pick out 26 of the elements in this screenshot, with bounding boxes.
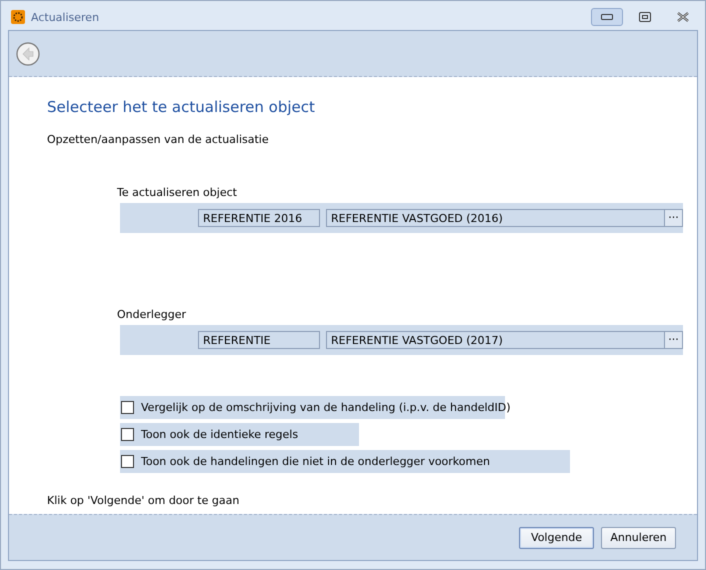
field-label: Te actualiseren object: [117, 186, 237, 200]
field-label: Onderlegger: [117, 308, 186, 322]
checkbox-label: Toon ook de handelingen die niet in de onderlegger voorkomen: [141, 455, 490, 468]
close-icon: [677, 12, 689, 22]
checkbox-label: Toon ook de identieke regels: [141, 428, 298, 441]
code-field[interactable]: REFERENTIE 2016: [198, 209, 320, 227]
lookup-field[interactable]: REFERENTIE VASTGOED (2016) ···: [326, 209, 683, 227]
page-heading: Selecteer het te actualiseren object: [47, 98, 315, 116]
checkbox[interactable]: [121, 401, 134, 414]
app-icon: [11, 10, 25, 24]
next-button[interactable]: Volgende: [519, 526, 594, 548]
back-button[interactable]: [16, 42, 40, 66]
instruction-text: Klik op 'Volgende' om door te gaan: [47, 494, 240, 507]
browse-button[interactable]: ···: [664, 332, 682, 348]
restore-icon: [639, 12, 651, 22]
checkbox[interactable]: [121, 455, 134, 468]
cancel-button[interactable]: Annuleren: [601, 526, 676, 548]
minimize-button[interactable]: [591, 8, 623, 26]
lookup-field[interactable]: REFERENTIE VASTGOED (2017) ···: [326, 331, 683, 349]
checkbox[interactable]: [121, 428, 134, 441]
code-field[interactable]: REFERENTIE: [198, 331, 320, 349]
window-title: Actualiseren: [31, 10, 100, 24]
browse-button[interactable]: ···: [664, 210, 682, 226]
minimize-icon: [601, 14, 613, 20]
subtitle: Opzetten/aanpassen van de actualisatie: [47, 133, 269, 146]
checkbox-label: Vergelijk op de omschrijving van de handeling (i.p.v. de handeldID): [141, 401, 511, 414]
